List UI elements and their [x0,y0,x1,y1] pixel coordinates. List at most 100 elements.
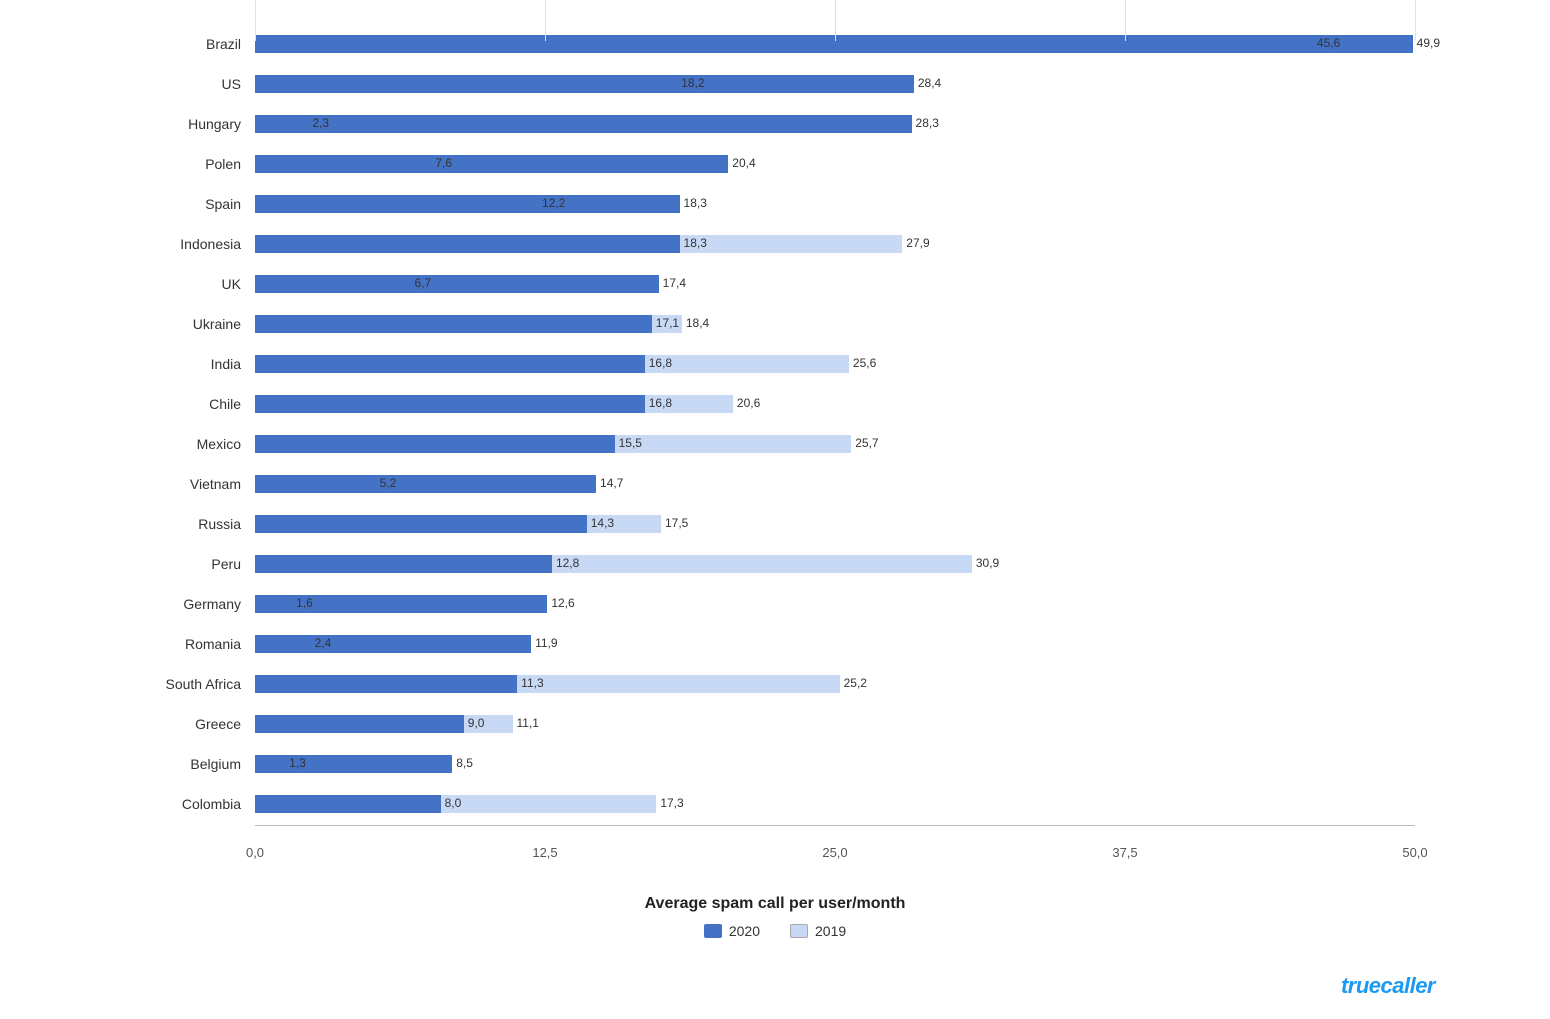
chart-row: India 16,8 25,6 [135,345,1415,383]
bar-label-2019: 11,1 [517,716,539,730]
bar-label-2019: 17,5 [665,516,688,530]
bar-label-2020: 18,3 [684,236,707,250]
bars-area: 11,9 2,4 [255,630,1415,658]
bar-label-2019: 1,6 [296,596,313,610]
country-label: South Africa [135,676,255,692]
bar-label-2020: 16,8 [649,396,672,410]
bars-area: 20,4 7,6 [255,150,1415,178]
bar-2020 [255,315,652,333]
bar-label-2020: 49,9 [1417,36,1440,50]
bar-2020 [255,155,728,173]
bar-2020 [255,675,517,693]
chart-row: Russia14,317,5 [135,505,1415,543]
chart-row: Ukraine17,118,4 [135,305,1415,343]
chart-row: Brazil49,945,6 [135,25,1415,63]
bar-label-2019: 6,7 [414,276,431,290]
bar-2020 [255,555,552,573]
legend-box-2020 [704,924,722,938]
bar-label-2020: 16,8 [649,356,672,370]
bars-area: 14,3 17,5 [255,510,1415,538]
bar-2020 [255,435,615,453]
legend-label-2020: 2020 [729,923,760,939]
bar-2020 [255,755,452,773]
bar-label-2020: 15,5 [619,436,642,450]
chart-row: Peru12,830,9 [135,545,1415,583]
country-label: India [135,356,255,372]
legend-item-2019: 2019 [790,923,846,939]
bar-label-2019: 5,2 [380,476,397,490]
chart-row: Greece 9,0 11,1 [135,705,1415,743]
country-label: Germany [135,596,255,612]
country-label: Mexico [135,436,255,452]
bar-label-2019: 18,2 [681,76,704,90]
bars-area: 17,118,4 [255,310,1415,338]
bar-2020 [255,75,914,93]
bars-area: 18,3 27,9 [255,230,1415,258]
country-label: Indonesia [135,236,255,252]
bar-label-2019: 7,6 [435,156,452,170]
bars-area: 9,0 11,1 [255,710,1415,738]
chart-row: Romania 11,9 2,4 [135,625,1415,663]
chart-row: Chile16,820,6 [135,385,1415,423]
bar-label-2020: 8,0 [445,796,462,810]
country-label: Polen [135,156,255,172]
bar-label-2020: 12,6 [551,596,574,610]
legend-item-2020: 2020 [704,923,760,939]
x-tick-label: 37,5 [1112,845,1137,860]
legend: 2020 2019 [135,923,1415,939]
bar-label-2019: 1,3 [289,756,306,770]
bar-label-2019: 30,9 [976,556,999,570]
chart-row: Vietnam14,75,2 [135,465,1415,503]
bar-label-2019: 25,6 [853,356,876,370]
bar-label-2019: 2,4 [315,636,332,650]
country-label: Romania [135,636,255,652]
chart-row: US28,418,2 [135,65,1415,103]
country-label: Spain [135,196,255,212]
bars-area: 16,820,6 [255,390,1415,418]
bar-label-2019: 27,9 [906,236,929,250]
bar-2020 [255,195,680,213]
bar-2020 [255,355,645,373]
bar-2020 [255,475,596,493]
chart-row: Hungary28,32,3 [135,105,1415,143]
bar-label-2020: 9,0 [468,716,485,730]
bar-label-2020: 18,3 [684,196,707,210]
chart-row: Mexico15,525,7 [135,425,1415,463]
bar-2020 [255,235,680,253]
country-label: Peru [135,556,255,572]
bar-2020 [255,795,441,813]
grid-line [1415,0,1416,41]
bars-area: 17,4 6,7 [255,270,1415,298]
country-label: Hungary [135,116,255,132]
chart-row: Belgium8,51,3 [135,745,1415,783]
bar-label-2020: 17,4 [663,276,686,290]
chart-row: South Africa11,325,2 [135,665,1415,703]
country-label: Greece [135,716,255,732]
bars-area: 28,32,3 [255,110,1415,138]
bars-area: 12,6 1,6 [255,590,1415,618]
bar-label-2019: 2,3 [312,116,329,130]
bars-area: 14,7 5,2 [255,470,1415,498]
x-axis: 0,012,525,037,550,0 [255,841,1415,865]
logo-text: truecaller [1341,973,1435,998]
x-tick-label: 0,0 [246,845,264,860]
truecaller-logo: truecaller [1341,973,1435,999]
bar-2020 [255,635,531,653]
bar-label-2020: 28,4 [918,76,941,90]
country-label: Ukraine [135,316,255,332]
bars-area: 11,325,2 [255,670,1415,698]
country-label: Brazil [135,36,255,52]
bar-2020 [255,275,659,293]
grid-container: Brazil49,945,6US28,418,2Hungary28,32,3Po… [135,25,1415,865]
bar-label-2020: 20,4 [732,156,755,170]
bar-label-2020: 14,7 [600,476,623,490]
x-tick-label: 50,0 [1402,845,1427,860]
bar-label-2020: 14,3 [591,516,614,530]
country-label: Colombia [135,796,255,812]
chart-row: Germany 12,6 1,6 [135,585,1415,623]
country-label: Belgium [135,756,255,772]
chart-row: Polen 20,4 7,6 [135,145,1415,183]
bars-area: 49,945,6 [255,30,1415,58]
legend-label-2019: 2019 [815,923,846,939]
bar-label-2020: 11,9 [535,636,557,650]
